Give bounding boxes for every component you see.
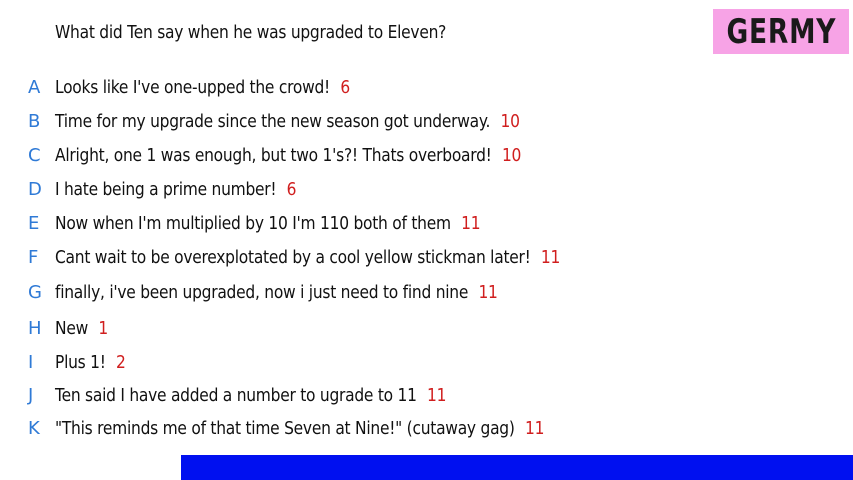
answer-text: New bbox=[55, 317, 89, 339]
germy-logo: GERMY bbox=[713, 9, 849, 54]
answer-text: finally, i've been upgraded, now i just … bbox=[55, 281, 469, 303]
answer-letter: E bbox=[28, 212, 40, 234]
answer-row-d: D I hate being a prime number! 6 bbox=[28, 177, 336, 201]
answer-score: 10 bbox=[500, 110, 520, 132]
answer-text: I hate being a prime number! bbox=[55, 178, 277, 200]
answer-row-c: C Alright, one 1 was enough, but two 1's… bbox=[28, 143, 597, 167]
answer-row-e: E Now when I'm multiplied by 10 I'm 110 … bbox=[28, 211, 550, 235]
answer-row-j: J Ten said I have added a number to ugra… bbox=[28, 383, 510, 407]
answer-row-f: F Cant wait to be overexplotated by a co… bbox=[28, 245, 642, 269]
answer-letter: G bbox=[28, 281, 42, 303]
answer-letter: F bbox=[28, 246, 39, 268]
answer-letter: H bbox=[28, 317, 42, 339]
answer-row-a: A Looks like I've one-upped the crowd! 6 bbox=[28, 75, 398, 99]
answer-text: "This reminds me of that time Seven at N… bbox=[55, 417, 515, 439]
answer-row-i: I Plus 1! 2 bbox=[28, 350, 137, 374]
answer-row-k: K "This reminds me of that time Seven at… bbox=[28, 416, 624, 440]
answer-row-g: G finally, i've been upgraded, now i jus… bbox=[28, 280, 570, 304]
answer-text: Looks like I've one-upped the crowd! bbox=[55, 76, 330, 98]
logo-text: GERMY bbox=[726, 11, 836, 52]
answer-score: 6 bbox=[340, 76, 350, 98]
answer-score: 11 bbox=[427, 384, 447, 406]
answer-text: Cant wait to be overexplotated by a cool… bbox=[55, 246, 531, 268]
answer-letter: A bbox=[28, 76, 41, 98]
answer-text: Time for my upgrade since the new season… bbox=[55, 110, 491, 132]
answer-score: 1 bbox=[98, 317, 108, 339]
answer-score: 10 bbox=[501, 144, 522, 166]
question-text: What did Ten say when he was upgraded to… bbox=[55, 22, 447, 43]
answer-letter: B bbox=[28, 110, 41, 132]
answer-score: 6 bbox=[286, 178, 297, 200]
answer-text: Plus 1! bbox=[55, 351, 106, 373]
answer-text: Now when I'm multiplied by 10 I'm 110 bo… bbox=[55, 212, 451, 234]
answer-score: 2 bbox=[116, 351, 126, 373]
answer-row-b: B Time for my upgrade since the new seas… bbox=[28, 109, 595, 133]
answer-letter: I bbox=[28, 351, 34, 373]
answer-letter: D bbox=[28, 178, 42, 200]
answer-text: Alright, one 1 was enough, but two 1's?!… bbox=[55, 144, 492, 166]
answer-score: 11 bbox=[461, 212, 481, 234]
quiz-slide: What did Ten say when he was upgraded to… bbox=[0, 0, 853, 480]
answer-score: 11 bbox=[524, 417, 545, 439]
answer-text: Ten said I have added a number to ugrade… bbox=[55, 384, 417, 406]
blue-footer-bar bbox=[181, 455, 853, 480]
answer-letter: K bbox=[28, 417, 40, 439]
answer-score: 11 bbox=[540, 246, 561, 268]
answer-letter: C bbox=[28, 144, 41, 166]
answer-row-h: H New 1 bbox=[28, 316, 117, 340]
answer-letter: J bbox=[28, 384, 34, 406]
answer-score: 11 bbox=[478, 281, 498, 303]
